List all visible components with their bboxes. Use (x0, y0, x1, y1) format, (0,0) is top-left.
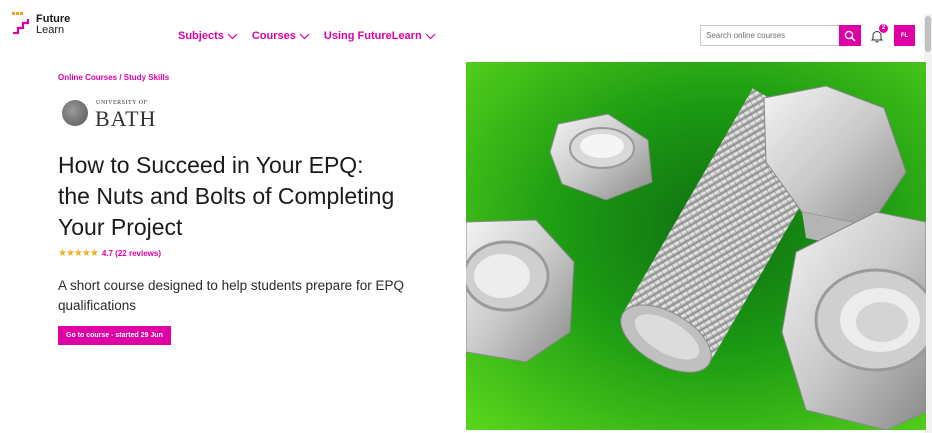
university-of-bath-logo[interactable]: UNIVERSITY OF BATH (58, 98, 158, 132)
nav-courses-label: Courses (251, 30, 296, 42)
logo-line-2: Learn (36, 24, 65, 36)
logo-steps-icon (13, 19, 30, 34)
nav-courses[interactable]: Courses (252, 30, 310, 42)
logo-text: Future Learn (36, 14, 70, 36)
go-to-course-button[interactable]: Go to course - started 29 Jun (58, 326, 171, 345)
nav-subjects[interactable]: Subjects (178, 30, 238, 42)
breadcrumb-separator: / (117, 73, 124, 82)
breadcrumb: Online Courses / Study Skills (58, 73, 169, 82)
user-avatar[interactable]: FL (894, 25, 915, 46)
search-icon (844, 30, 856, 42)
nav-subjects-label: Subjects (178, 30, 224, 42)
search-input[interactable] (701, 26, 839, 45)
nav-using-futurelearn[interactable]: Using FutureLearn (324, 30, 436, 42)
search-button[interactable] (839, 25, 861, 46)
rating-value: 4.7 (22 reviews) (101, 249, 161, 258)
scrollbar-thumb[interactable] (925, 16, 931, 52)
university-crest-icon (62, 100, 88, 126)
chevron-down-icon (425, 33, 436, 39)
course-title: How to Succeed in Your EPQ: the Nuts and… (58, 152, 395, 240)
course-rating[interactable]: ★★★★★ 4.7 (22 reviews) (58, 248, 161, 259)
nav-using-futurelearn-label: Using FutureLearn (323, 30, 422, 42)
notification-badge: 2 (879, 24, 888, 33)
futurelearn-logo[interactable]: Future Learn (12, 14, 82, 42)
favicon-icon (12, 2, 26, 15)
course-description: A short course designed to help students… (58, 278, 404, 313)
nuts-and-bolts-image (466, 62, 926, 430)
browser-top-strip (0, 0, 932, 15)
star-rating-icon: ★★★★★ (58, 248, 99, 259)
main-nav: Subjects Courses Using FutureLearn (178, 30, 436, 42)
university-logo-name: BATH (95, 106, 157, 131)
search-bar (700, 25, 861, 46)
breadcrumb-online-courses[interactable]: Online Courses (58, 73, 117, 82)
chevron-down-icon (227, 33, 238, 39)
chevron-down-icon (299, 33, 310, 39)
course-hero-image (466, 62, 926, 430)
breadcrumb-study-skills[interactable]: Study Skills (124, 73, 169, 82)
